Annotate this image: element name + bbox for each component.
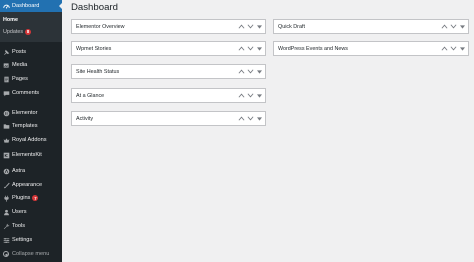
toggle-panel-icon[interactable] — [255, 67, 263, 77]
widget-title: Activity — [76, 115, 94, 122]
widget-site-health-status: Site Health Status — [71, 64, 266, 79]
move-down-icon[interactable] — [246, 114, 254, 124]
plugins-count-badge: 7 — [32, 195, 39, 201]
sidebar-item-label: Templates — [12, 123, 38, 129]
toggle-panel-icon[interactable] — [458, 22, 466, 32]
toggle-panel-icon[interactable] — [255, 114, 263, 124]
widget-title: At a Glance — [76, 92, 105, 99]
submenu-item-home[interactable]: Home — [3, 15, 18, 24]
sidebar-item-templates[interactable]: Templates — [0, 121, 62, 131]
pin-icon — [2, 48, 10, 56]
elementor-icon — [2, 109, 10, 117]
move-down-icon[interactable] — [449, 44, 457, 54]
widget-quick-draft: Quick Draft — [273, 19, 469, 34]
astra-icon — [2, 167, 10, 175]
sidebar-item-royal-addons[interactable]: Royal Addons — [0, 135, 62, 145]
wrench-icon — [2, 222, 10, 230]
sidebar-item-astra[interactable]: Astra — [0, 166, 62, 176]
dashboard-icon — [2, 2, 10, 10]
sidebar-item-pages[interactable]: Pages — [0, 74, 62, 84]
sidebar-item-elementor[interactable]: Elementor — [0, 108, 62, 118]
move-up-icon[interactable] — [440, 44, 448, 54]
widget-wordpress-events-news: WordPress Events and News — [273, 41, 469, 56]
move-up-icon[interactable] — [237, 91, 245, 101]
widget-controls — [237, 22, 265, 32]
sidebar-item-dashboard[interactable]: Dashboard — [0, 0, 62, 12]
widget-elementor-overview: Elementor Overview — [71, 19, 266, 34]
move-up-icon[interactable] — [440, 22, 448, 32]
collapse-arrow-icon: ◀ — [3, 251, 9, 257]
updates-count-badge: 8 — [25, 28, 32, 35]
sidebar-item-appearance[interactable]: Appearance — [0, 180, 62, 190]
move-down-icon[interactable] — [246, 44, 254, 54]
toggle-panel-icon[interactable] — [255, 44, 263, 54]
move-down-icon[interactable] — [246, 91, 254, 101]
sidebar-item-plugins[interactable]: Plugins 7 — [0, 193, 62, 203]
sidebar-item-comments[interactable]: Comments — [0, 88, 62, 98]
comment-icon — [2, 89, 10, 97]
sidebar-item-label: Elementor — [12, 110, 38, 116]
move-up-icon[interactable] — [237, 22, 245, 32]
submenu-item-label: Updates — [3, 28, 24, 35]
sidebar-item-label: Posts — [12, 49, 26, 55]
sidebar-item-settings[interactable]: Settings — [0, 235, 62, 245]
current-menu-arrow — [59, 3, 62, 9]
sidebar-item-tools[interactable]: Tools — [0, 221, 62, 231]
toggle-panel-icon[interactable] — [255, 22, 263, 32]
widget-title: Elementor Overview — [76, 23, 125, 30]
move-up-icon[interactable] — [237, 44, 245, 54]
widget-controls — [440, 22, 468, 32]
widget-controls — [237, 114, 265, 124]
plug-icon — [2, 194, 10, 202]
media-icon — [2, 61, 10, 69]
folder-icon — [2, 122, 10, 130]
sidebar-item-label: Royal Addons — [12, 137, 47, 143]
submenu-item-label: Home — [3, 16, 18, 23]
toggle-panel-icon[interactable] — [458, 44, 466, 54]
sidebar-item-label: Tools — [12, 223, 26, 229]
sidebar-item-label: Plugins — [12, 195, 31, 201]
admin-sidebar: Dashboard Home Updates 8 Posts Media Pag… — [0, 0, 62, 262]
sidebar-item-label: Pages — [12, 76, 28, 82]
collapse-menu-button[interactable]: ◀ Collapse menu — [0, 249, 62, 259]
sidebar-item-label: Users — [12, 209, 27, 215]
page-icon — [2, 75, 10, 83]
submenu-item-updates[interactable]: Updates 8 — [3, 27, 32, 36]
move-up-icon[interactable] — [237, 67, 245, 77]
sidebar-item-media[interactable]: Media — [0, 60, 62, 70]
sidebar-item-label: Astra — [12, 168, 26, 174]
widget-title: Site Health Status — [76, 68, 120, 75]
sidebar-item-users[interactable]: Users — [0, 207, 62, 217]
move-down-icon[interactable] — [246, 22, 254, 32]
widget-wpmet-stories: Wpmet Stories — [71, 41, 266, 56]
widget-at-a-glance: At a Glance — [71, 88, 266, 103]
widget-title: Quick Draft — [278, 23, 305, 30]
widget-title: WordPress Events and News — [278, 45, 349, 52]
sidebar-item-elementskit[interactable]: ElementsKit — [0, 150, 62, 160]
collapse-menu-label: Collapse menu — [12, 251, 50, 257]
sidebar-item-posts[interactable]: Posts — [0, 47, 62, 57]
toggle-panel-icon[interactable] — [255, 91, 263, 101]
elementskit-icon — [2, 151, 10, 159]
widget-controls — [237, 67, 265, 77]
sidebar-item-label: Comments — [12, 90, 40, 96]
move-down-icon[interactable] — [246, 67, 254, 77]
move-down-icon[interactable] — [449, 22, 457, 32]
brush-icon — [2, 181, 10, 189]
sidebar-item-label: Media — [12, 62, 28, 68]
widget-activity: Activity — [71, 111, 266, 126]
user-icon — [2, 208, 10, 216]
sidebar-item-label: Settings — [12, 237, 33, 243]
move-up-icon[interactable] — [237, 114, 245, 124]
sidebar-item-label: Dashboard — [12, 3, 40, 9]
sidebar-item-label: ElementsKit — [12, 152, 42, 158]
royal-addons-icon — [2, 136, 10, 144]
widget-controls — [237, 44, 265, 54]
settings-icon — [2, 236, 10, 244]
widget-title: Wpmet Stories — [76, 45, 112, 52]
sidebar-item-label: Appearance — [12, 182, 43, 188]
page-title: Dashboard — [71, 2, 118, 13]
widget-controls — [440, 44, 468, 54]
widget-controls — [237, 91, 265, 101]
